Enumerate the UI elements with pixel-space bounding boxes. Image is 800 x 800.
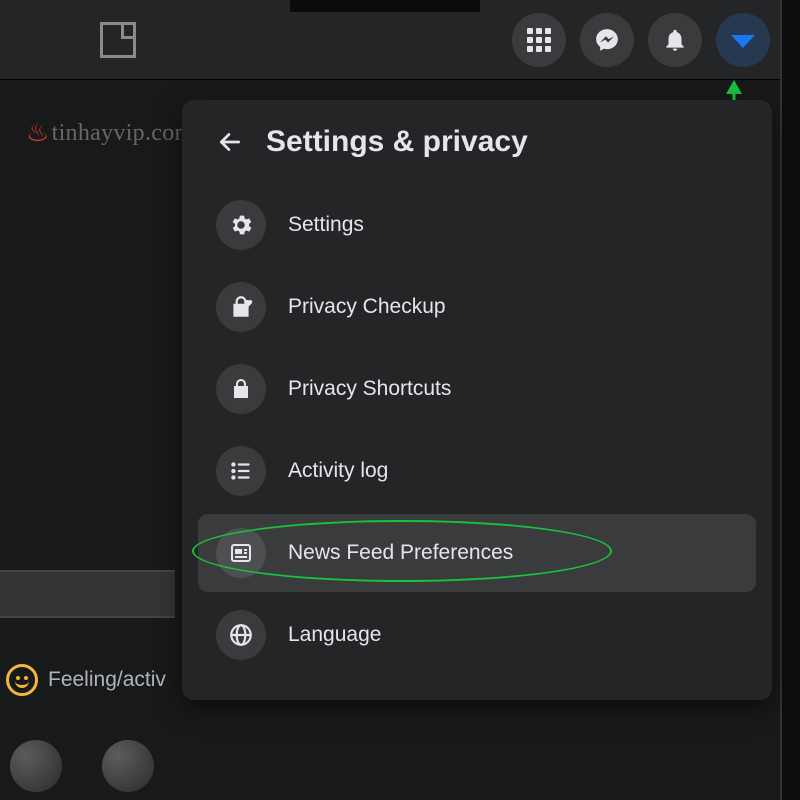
top-bar [0, 0, 800, 80]
arrow-left-icon [217, 129, 243, 155]
lock-icon [229, 377, 253, 401]
flame-icon: ♨ [26, 118, 50, 148]
feeling-label: Feeling/activ [48, 668, 166, 692]
settings-privacy-panel: Settings & privacy Settings Privacy Chec… [182, 100, 772, 700]
menu-label: Settings [288, 213, 364, 237]
menu-label: Language [288, 623, 381, 647]
messenger-button[interactable] [580, 13, 634, 67]
avatar[interactable] [102, 740, 154, 792]
lock-heart-icon [228, 294, 254, 320]
menu-item-news-feed-preferences[interactable]: News Feed Preferences [198, 514, 756, 592]
feed-icon [229, 541, 253, 565]
menu-item-privacy-shortcuts[interactable]: Privacy Shortcuts [198, 350, 756, 428]
gaming-logo-icon[interactable] [100, 22, 136, 58]
watermark-text: tinhayvip.com [52, 120, 194, 147]
bell-icon [662, 27, 688, 53]
menu-label: Activity log [288, 459, 388, 483]
menu-item-privacy-checkup[interactable]: Privacy Checkup [198, 268, 756, 346]
grid-icon [527, 28, 551, 52]
caret-down-icon [731, 35, 755, 48]
top-bar-right [512, 13, 770, 67]
smiley-icon [6, 664, 38, 696]
sidebar-placeholder [0, 570, 175, 618]
avatar[interactable] [10, 740, 62, 792]
panel-header: Settings & privacy [192, 124, 762, 186]
menu-item-settings[interactable]: Settings [198, 186, 756, 264]
menu-item-language[interactable]: Language [198, 596, 756, 674]
back-button[interactable] [212, 124, 248, 160]
messenger-icon [594, 27, 620, 53]
top-bar-left [100, 22, 136, 58]
menu-label: Privacy Shortcuts [288, 377, 451, 401]
watermark: ♨ tinhayvip.com [26, 118, 194, 148]
story-avatar-row [10, 740, 154, 792]
composer-feeling-row[interactable]: Feeling/activ [0, 664, 166, 696]
top-gap [290, 0, 480, 12]
menu-label: Privacy Checkup [288, 295, 446, 319]
list-icon [228, 458, 254, 484]
menu-item-activity-log[interactable]: Activity log [198, 432, 756, 510]
panel-title: Settings & privacy [266, 125, 528, 159]
account-dropdown-button[interactable] [716, 13, 770, 67]
notifications-button[interactable] [648, 13, 702, 67]
right-pane-divider [780, 0, 800, 800]
apps-menu-button[interactable] [512, 13, 566, 67]
menu-list: Settings Privacy Checkup Privacy Shortcu… [192, 186, 762, 674]
globe-icon [228, 622, 254, 648]
gear-icon [228, 212, 254, 238]
menu-label: News Feed Preferences [288, 541, 513, 565]
